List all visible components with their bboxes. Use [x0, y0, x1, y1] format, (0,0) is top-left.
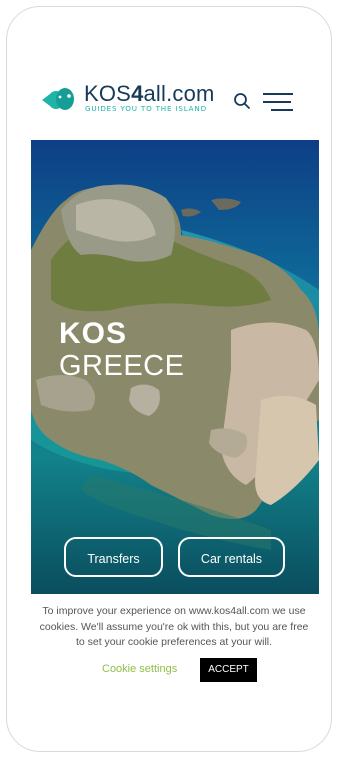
brand-name-four: 4	[131, 81, 144, 106]
cookie-settings-link[interactable]: Cookie settings	[102, 663, 177, 675]
hero-banner: KOS GREECE Transfers Car rentals	[31, 140, 319, 594]
search-button[interactable]	[233, 92, 251, 110]
accept-cookies-button[interactable]: ACCEPT	[200, 658, 257, 682]
search-icon	[234, 93, 250, 109]
brand-name-suffix: all.com	[143, 81, 215, 106]
brand-tagline: GUIDES YOU TO THE ISLAND	[85, 104, 207, 113]
site-header: KOS4all.com GUIDES YOU TO THE ISLAND	[40, 82, 298, 122]
brand-name-prefix: KOS	[84, 81, 132, 106]
hero-title: KOS GREECE	[59, 317, 185, 383]
hero-title-line2: GREECE	[59, 350, 185, 382]
cookie-notice-text: To improve your experience on www.kos4al…	[39, 605, 309, 648]
hamburger-menu-icon[interactable]	[263, 91, 293, 113]
brand-name[interactable]: KOS4all.com	[84, 82, 215, 106]
fish-logo-icon	[42, 88, 74, 110]
car-rentals-button[interactable]: Car rentals	[178, 537, 285, 577]
cookie-actions: Cookie settings ACCEPT	[0, 658, 340, 682]
hero-title-line1: KOS	[59, 317, 128, 350]
transfers-button[interactable]: Transfers	[64, 537, 163, 577]
